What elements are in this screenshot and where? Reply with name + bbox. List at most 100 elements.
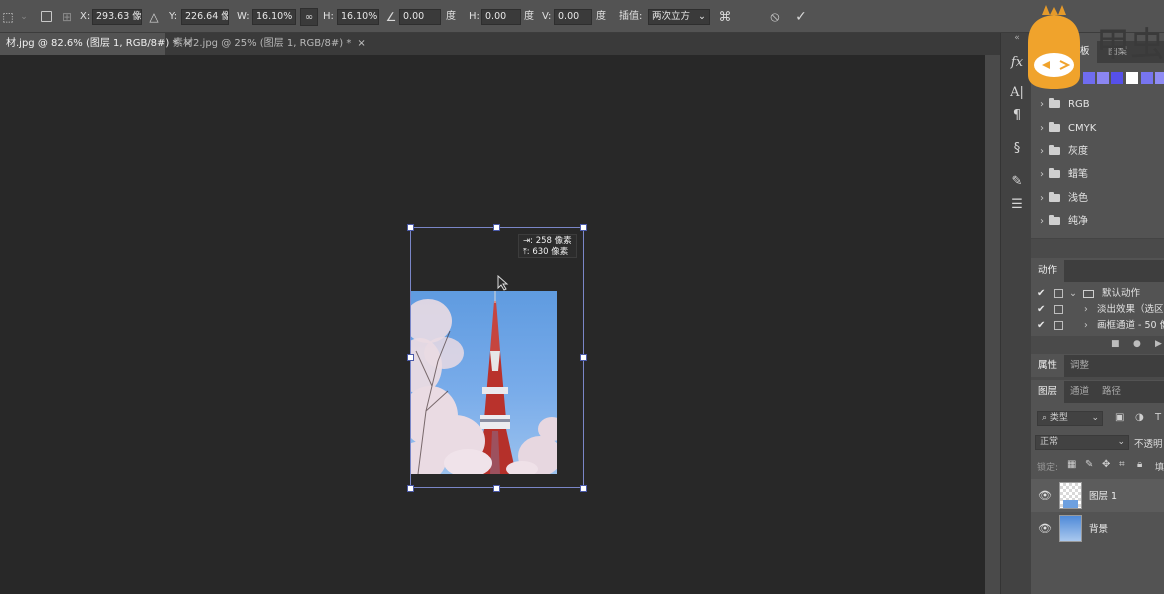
w-label: W:	[237, 11, 250, 22]
cancel-transform-icon[interactable]: ⦸	[767, 9, 783, 25]
vertical-scrollbar[interactable]	[985, 55, 1000, 594]
filter-adjustment-icon[interactable]: ◑	[1135, 412, 1144, 423]
swatch-folder-pastel[interactable]: › 蜡笔	[1031, 163, 1164, 186]
swatch-folder-rgb[interactable]: › RGB	[1031, 93, 1164, 116]
rotate-unit: 度	[446, 11, 456, 22]
blend-mode-select[interactable]: 正常 ⌄	[1035, 435, 1129, 450]
lock-label: 锁定:	[1037, 463, 1059, 473]
chevron-down-icon[interactable]: ⌄	[16, 9, 32, 25]
check-icon[interactable]: ✔	[1037, 318, 1045, 334]
tab-properties[interactable]: 属性	[1031, 355, 1065, 377]
chevron-down-icon[interactable]: ⌄	[1069, 286, 1077, 302]
properties-panel-body	[1031, 377, 1164, 380]
transform-handle-top-right[interactable]	[580, 224, 587, 231]
action-item[interactable]: ✔ › 画框通道 - 50 像素	[1031, 318, 1164, 334]
swatch-color[interactable]	[1126, 72, 1138, 84]
relative-position-icon[interactable]: △	[146, 9, 162, 25]
folder-icon	[1049, 168, 1060, 178]
filter-image-icon[interactable]: ▣	[1115, 412, 1124, 423]
lock-position-icon[interactable]: ✥	[1102, 459, 1110, 470]
swatch-folder-light[interactable]: › 浅色	[1031, 187, 1164, 210]
h-label: H:	[323, 11, 334, 22]
rotate-field[interactable]: 0.00	[399, 9, 441, 25]
transform-handle-left[interactable]	[407, 354, 414, 361]
swatch-color[interactable]	[1111, 72, 1123, 84]
lock-transparent-icon[interactable]: ▦	[1067, 459, 1076, 470]
swatch-folder-grayscale[interactable]: › 灰度	[1031, 140, 1164, 163]
skew-h-label: H:	[469, 11, 480, 22]
action-set-default[interactable]: ✔ ⌄ 默认动作	[1031, 286, 1164, 302]
commit-transform-icon[interactable]: ✓	[793, 9, 809, 25]
layer-thumbnail	[1059, 515, 1082, 542]
chevron-right-icon: ›	[1040, 146, 1044, 157]
transform-handle-top[interactable]	[493, 224, 500, 231]
chevron-right-icon[interactable]: ›	[1084, 302, 1088, 318]
visibility-eye-icon[interactable]: 👁︎	[1038, 489, 1052, 502]
layer-row-layer-1[interactable]: 👁︎ 图层 1	[1031, 479, 1164, 512]
swatch-color[interactable]	[1097, 72, 1109, 84]
close-icon[interactable]: ×	[357, 38, 365, 49]
document-tab-1[interactable]: 材.jpg @ 82.6% (图层 1, RGB/8#) * ×	[0, 33, 192, 55]
document-tab-2[interactable]: 素材2.jpg @ 25% (图层 1, RGB/8#) * ×	[167, 33, 366, 55]
adjustments-sliders-icon[interactable]: ☰	[1007, 194, 1027, 214]
layer-name: 图层 1	[1089, 491, 1118, 502]
swatch-color[interactable]	[1155, 72, 1164, 84]
actions-panel-header: 动作	[1031, 260, 1164, 282]
reference-point-icon[interactable]: ⊞	[59, 9, 75, 25]
document-tab-bar: 材.jpg @ 82.6% (图层 1, RGB/8#) * × 素材2.jpg …	[0, 33, 1000, 55]
skew-v-label: V:	[542, 11, 552, 22]
transform-handle-bottom[interactable]	[493, 485, 500, 492]
tooltip-height: ⤒: 630 像素	[523, 247, 569, 257]
tab-adjustments[interactable]: 调整	[1063, 355, 1096, 377]
x-field[interactable]: 293.63 像素	[92, 9, 142, 25]
layer-kind-filter[interactable]: ⌕ 类型 ⌄	[1037, 411, 1103, 426]
action-item[interactable]: ✔ › 淡出效果（选区）	[1031, 302, 1164, 318]
chevron-right-icon: ›	[1040, 216, 1044, 227]
transform-handle-bottom-right[interactable]	[580, 485, 587, 492]
paragraph-icon[interactable]: ¶	[1007, 105, 1027, 125]
link-proportions-icon[interactable]: ∞	[300, 8, 318, 26]
tab-paths[interactable]: 路径	[1095, 381, 1128, 403]
height-field[interactable]: 16.10%	[337, 9, 379, 25]
lock-artboard-icon[interactable]: ⌗	[1119, 459, 1125, 470]
record-icon[interactable]: ●	[1133, 339, 1141, 349]
transform-bounding-box[interactable]	[410, 227, 584, 488]
check-icon[interactable]: ✔	[1037, 286, 1045, 302]
play-icon[interactable]: ▶	[1155, 339, 1162, 349]
tab-layers[interactable]: 图层	[1031, 381, 1065, 403]
lock-all-icon[interactable]: 🔒︎	[1137, 459, 1142, 470]
marquee-preset-icon[interactable]: ⬚	[0, 9, 16, 25]
dialog-toggle-icon[interactable]	[1054, 321, 1063, 330]
skew-v-field[interactable]: 0.00	[554, 9, 592, 25]
dialog-toggle-icon[interactable]	[1054, 289, 1063, 298]
brush-settings-icon[interactable]: §	[1007, 138, 1027, 158]
swatch-folder-pure[interactable]: › 纯净	[1031, 210, 1164, 233]
filter-type-icon[interactable]: T	[1155, 412, 1161, 423]
check-icon[interactable]: ✔	[1037, 302, 1045, 318]
tab-actions[interactable]: 动作	[1031, 260, 1065, 282]
transform-handle-right[interactable]	[580, 354, 587, 361]
layer-row-background[interactable]: 👁︎ 背景	[1031, 512, 1164, 545]
swatch-color[interactable]	[1141, 72, 1153, 84]
transform-handle-top-left[interactable]	[407, 224, 414, 231]
stop-icon[interactable]: ■	[1111, 339, 1120, 349]
skew-h-field[interactable]: 0.00	[481, 9, 521, 25]
interpolation-label: 插值:	[619, 11, 643, 22]
dialog-toggle-icon[interactable]	[1054, 305, 1063, 314]
swatch-folder-cmyk[interactable]: › CMYK	[1031, 117, 1164, 140]
watermark-logo-icon	[1028, 5, 1080, 89]
width-field[interactable]: 16.10%	[252, 9, 296, 25]
y-field[interactable]: 226.64 像素	[181, 9, 229, 25]
tab-channels[interactable]: 通道	[1063, 381, 1096, 403]
layer-name: 背景	[1089, 524, 1109, 535]
reference-point-checkbox[interactable]	[41, 11, 52, 22]
brush-icon[interactable]: ✎	[1007, 171, 1027, 191]
panel-icon-strip: « fx A| ¶ § ✎ ☰	[1000, 33, 1031, 594]
visibility-eye-icon[interactable]: 👁︎	[1038, 522, 1052, 535]
lock-image-icon[interactable]: ✎	[1085, 459, 1093, 470]
chevron-right-icon[interactable]: ›	[1084, 318, 1088, 334]
transform-handle-bottom-left[interactable]	[407, 485, 414, 492]
warp-mode-icon[interactable]: ⌘	[717, 9, 733, 25]
blend-mode-value: 正常	[1040, 437, 1059, 447]
interpolation-select[interactable]: 两次立方 ⌄	[648, 9, 710, 25]
